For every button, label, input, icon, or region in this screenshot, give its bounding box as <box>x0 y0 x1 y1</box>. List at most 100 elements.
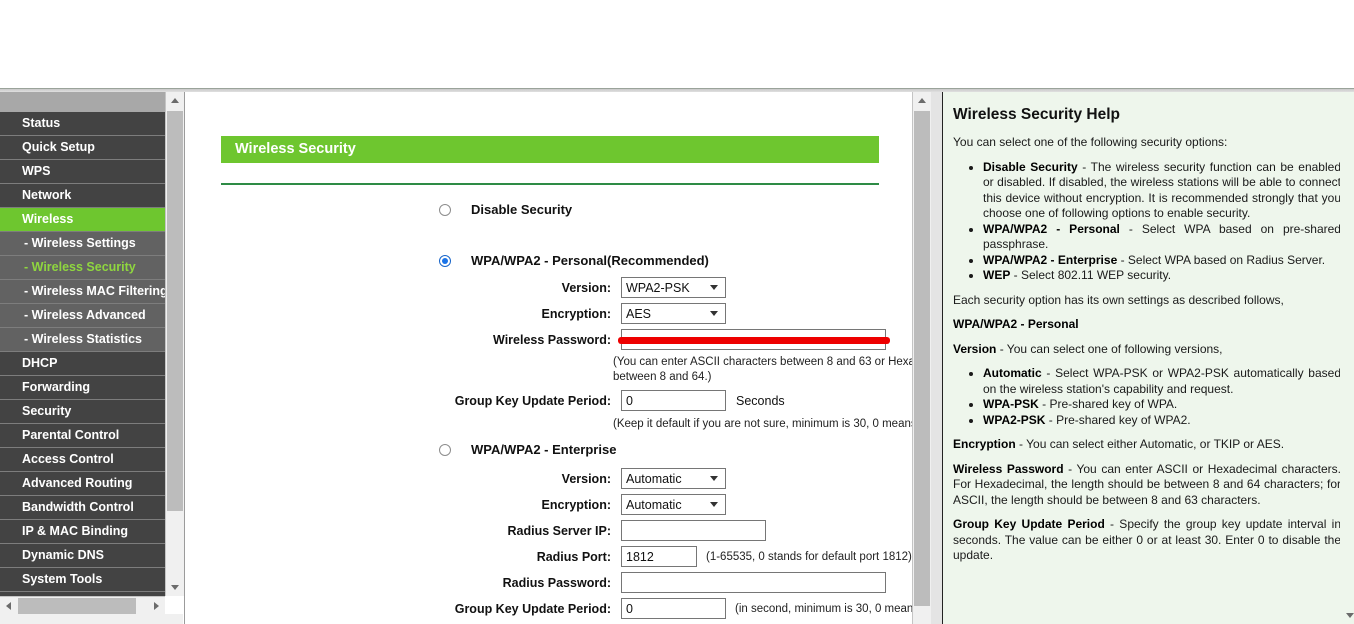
chevron-left-icon <box>6 602 11 610</box>
sidebar-item-label: Network <box>22 188 71 202</box>
sidebar-item-access-control[interactable]: Access Control <box>0 448 165 472</box>
note-enterprise-gkup: (in second, minimum is 30, 0 means no up… <box>735 603 913 615</box>
sidebar-item-wireless-advanced[interactable]: - Wireless Advanced <box>0 304 165 328</box>
label-enterprise-gkup: Group Key Update Period: <box>431 602 611 616</box>
main-scroll-thumb[interactable] <box>914 111 930 606</box>
option-disable-security[interactable]: Disable Security <box>439 202 572 217</box>
select-enterprise-encryption[interactable]: Automatic <box>621 494 726 515</box>
sidebar-item-wps[interactable]: WPS <box>0 160 165 184</box>
help-version-list: Automatic - Select WPA-PSK or WPA2-PSK a… <box>953 366 1341 428</box>
sidebar-item-label: Access Control <box>22 452 114 466</box>
radio-wpa-personal[interactable] <box>439 255 451 267</box>
logo-registered-mark: ° <box>188 40 195 55</box>
field-enterprise-gkup: Group Key Update Period: (in second, min… <box>431 598 913 619</box>
input-wireless-password[interactable] <box>621 329 886 350</box>
sidebar-item-wireless-security[interactable]: - Wireless Security <box>0 256 165 280</box>
sidebar-item-dhcp[interactable]: DHCP <box>0 352 165 376</box>
logo-text: TP-LINK <box>28 30 188 74</box>
field-wireless-password: Wireless Password: <box>431 329 886 350</box>
label-enterprise-encryption: Encryption: <box>431 498 611 512</box>
help-gkup-paragraph: Group Key Update Period - Specify the gr… <box>953 517 1341 564</box>
sidebar-item-wireless-mac-filtering[interactable]: - Wireless MAC Filtering <box>0 280 165 304</box>
help-option-item: WEP - Select 802.11 WEP security. <box>983 268 1341 284</box>
input-personal-gkup[interactable] <box>621 390 726 411</box>
sidebar-item-wireless-statistics[interactable]: - Wireless Statistics <box>0 328 165 352</box>
sidebar-scroll-right-button[interactable] <box>148 597 165 615</box>
sidebar-item-forwarding[interactable]: Forwarding <box>0 376 165 400</box>
sidebar-item-wireless[interactable]: Wireless <box>0 208 165 232</box>
main-scroll-up-button[interactable] <box>913 92 931 109</box>
help-version-item: Automatic - Select WPA-PSK or WPA2-PSK a… <box>983 366 1341 397</box>
help-version-item: WPA2-PSK - Pre-shared key of WPA2. <box>983 413 1341 429</box>
sidebar-item-bandwidth-control[interactable]: Bandwidth Control <box>0 496 165 520</box>
main-vertical-scrollbar[interactable] <box>912 92 932 624</box>
option-wpa-enterprise[interactable]: WPA/WPA2 - Enterprise <box>439 442 616 457</box>
sidebar-item-advanced-routing[interactable]: Advanced Routing <box>0 472 165 496</box>
sidebar-item-parental-control[interactable]: Parental Control <box>0 424 165 448</box>
sidebar-vertical-scrollbar[interactable] <box>165 92 184 596</box>
label-wireless-password: Wireless Password: <box>431 333 611 347</box>
chevron-down-icon <box>171 585 179 590</box>
input-radius-port[interactable] <box>621 546 697 567</box>
help-version-item-term: Automatic <box>983 366 1042 380</box>
hint-personal-gkup: (Keep it default if you are not sure, mi… <box>613 417 913 432</box>
control-enterprise-encryption: Automatic <box>621 494 726 515</box>
input-enterprise-gkup[interactable] <box>621 598 726 619</box>
option-wpa-personal[interactable]: WPA/WPA2 - Personal(Recommended) <box>439 253 709 268</box>
sidebar-scroll-corner <box>0 614 183 624</box>
help-version-item: WPA-PSK - Pre-shared key of WPA. <box>983 397 1341 413</box>
sidebar-item-label: Parental Control <box>22 428 119 442</box>
sidebar-scroll-up-button[interactable] <box>166 92 184 109</box>
sidebar-scroll-down-button[interactable] <box>166 579 184 596</box>
field-radius-password: Radius Password: <box>431 572 886 593</box>
sidebar-item-label: Advanced Routing <box>22 476 132 490</box>
router-admin-page: TP-LINK° 300M Wireless N Router Model No… <box>0 0 1354 624</box>
sidebar-item-security[interactable]: Security <box>0 400 165 424</box>
select-enterprise-version[interactable]: Automatic <box>621 468 726 489</box>
help-option-item-desc: - Select WPA based on Radius Server. <box>1117 253 1325 267</box>
input-radius-password[interactable] <box>621 572 886 593</box>
label-enterprise-version: Version: <box>431 472 611 486</box>
select-wrap-personal-encryption: AES <box>621 303 726 324</box>
help-option-item: WPA/WPA2 - Enterprise - Select WPA based… <box>983 253 1341 269</box>
select-personal-encryption[interactable]: AES <box>621 303 726 324</box>
help-options-list: Disable Security - The wireless security… <box>953 160 1341 284</box>
help-intro: You can select one of the following secu… <box>953 135 1341 151</box>
sidebar-scroll-thumb[interactable] <box>167 111 183 511</box>
sidebar-nav: StatusQuick SetupWPSNetworkWireless- Wir… <box>0 92 165 596</box>
radio-disable-security[interactable] <box>439 204 451 216</box>
help-option-item-term: WEP <box>983 268 1010 282</box>
sidebar-item-system-tools[interactable]: System Tools <box>0 568 165 592</box>
select-personal-version[interactable]: WPA2-PSK <box>621 277 726 298</box>
help-vertical-scrollbar[interactable] <box>1340 92 1354 624</box>
label-wpa-enterprise: WPA/WPA2 - Enterprise <box>471 442 616 457</box>
input-radius-server-ip[interactable] <box>621 520 766 541</box>
help-version-term: Version <box>953 342 996 356</box>
sidebar-item-network[interactable]: Network <box>0 184 165 208</box>
help-scroll-down-button[interactable] <box>1346 607 1354 618</box>
help-version-item-term: WPA-PSK <box>983 397 1039 411</box>
sidebar-horizontal-scrollbar[interactable] <box>0 596 165 615</box>
sidebar-item-ip-mac-binding[interactable]: IP & MAC Binding <box>0 520 165 544</box>
control-radius-server-ip <box>621 520 766 541</box>
control-personal-version: WPA2-PSK <box>621 277 726 298</box>
field-personal-encryption: Encryption: AES <box>431 303 726 324</box>
sidebar-scroll-left-button[interactable] <box>0 597 17 615</box>
sidebar-item-status[interactable]: Status <box>0 112 165 136</box>
sidebar-hscroll-thumb[interactable] <box>18 598 136 614</box>
sidebar-item-label: Security <box>22 404 71 418</box>
product-identity: 300M Wireless N Router Model No. TL-WR84… <box>1120 28 1334 67</box>
panel-gap <box>931 92 942 624</box>
radio-wpa-enterprise[interactable] <box>439 444 451 456</box>
main-content-panel: Wireless Security Disable Security WPA/W… <box>184 92 913 624</box>
select-wrap-personal-version: WPA2-PSK <box>621 277 726 298</box>
sidebar-item-quick-setup[interactable]: Quick Setup <box>0 136 165 160</box>
select-wrap-enterprise-encryption: Automatic <box>621 494 726 515</box>
sidebar-item-wireless-settings[interactable]: - Wireless Settings <box>0 232 165 256</box>
field-radius-port: Radius Port: (1-65535, 0 stands for defa… <box>431 546 912 567</box>
field-radius-server-ip: Radius Server IP: <box>431 520 766 541</box>
control-enterprise-version: Automatic <box>621 468 726 489</box>
help-option-item: WPA/WPA2 - Personal - Select WPA based o… <box>983 222 1341 253</box>
label-personal-version: Version: <box>431 281 611 295</box>
sidebar-item-dynamic-dns[interactable]: Dynamic DNS <box>0 544 165 568</box>
